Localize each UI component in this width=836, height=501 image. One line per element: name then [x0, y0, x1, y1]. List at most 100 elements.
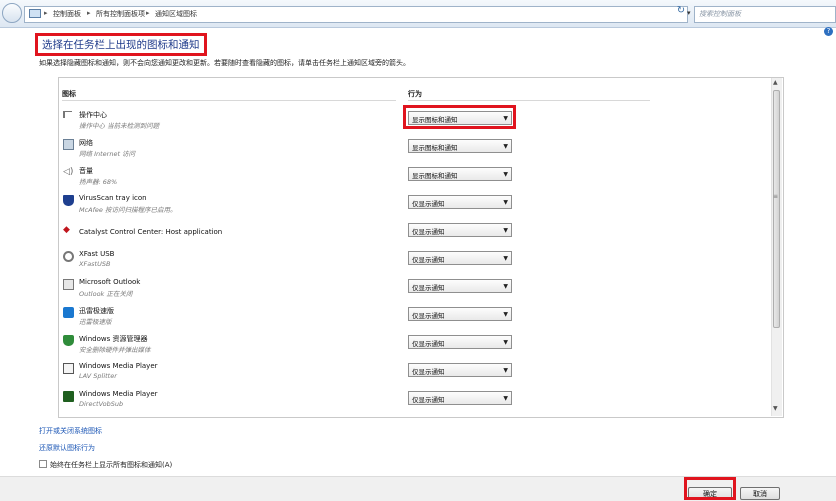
item-subtitle: 迅雷极速版: [79, 318, 112, 326]
speaker-icon: ◁): [63, 167, 74, 177]
address-bar: ▸ 控制面板 ▸ 所有控制面板项 ▸ 通知区域图标 ▾ ↻ 搜索控制面板: [0, 0, 836, 28]
ok-highlight: [684, 477, 736, 500]
item-subtitle: 扬声器: 68%: [79, 178, 118, 186]
item-subtitle: LAV Splitter: [79, 372, 117, 380]
dropdown-arrow-icon: ▼: [503, 227, 508, 234]
always-show-checkbox[interactable]: [39, 460, 47, 468]
dropdown-arrow-icon: ▼: [503, 143, 508, 150]
list-item: Windows Media Player DirectVobSub 仅显示通知 ▼: [59, 388, 769, 416]
behavior-value: 显示图标和通知: [412, 172, 458, 180]
restore-defaults-link[interactable]: 还原默认图标行为: [39, 443, 95, 453]
list-item: XFast USB XFastUSB 仅显示通知 ▼: [59, 248, 769, 276]
control-panel-icon: [29, 9, 41, 18]
column-header-icon: 图标: [62, 90, 76, 98]
dropdown-arrow-icon: ▼: [503, 255, 508, 262]
behavior-select[interactable]: 仅显示通知 ▼: [408, 195, 512, 209]
address-box[interactable]: ▸ 控制面板 ▸ 所有控制面板项 ▸ 通知区域图标 ▾: [24, 6, 691, 23]
dropdown-arrow-icon: ▼: [503, 367, 508, 374]
item-subtitle: XFastUSB: [79, 260, 111, 268]
search-placeholder: 搜索控制面板: [699, 10, 741, 18]
behavior-value: 仅显示通知: [412, 256, 445, 264]
column-header-behavior: 行为: [408, 90, 422, 98]
title-highlight: 选择在任务栏上出现的图标和通知: [35, 33, 207, 56]
usb-eject-icon: [63, 335, 74, 346]
behavior-select[interactable]: 仅显示通知 ▼: [408, 335, 512, 349]
behavior-value: 仅显示通知: [412, 284, 445, 292]
dropdown-arrow-icon: ▼: [503, 311, 508, 318]
item-name: VirusScan tray icon: [79, 194, 147, 202]
behavior-select[interactable]: 仅显示通知 ▼: [408, 251, 512, 265]
dropdown-arrow-icon: ▼: [503, 339, 508, 346]
item-subtitle: 安全删除硬件并弹出媒体: [79, 346, 151, 354]
item-name: Windows 资源管理器: [79, 335, 148, 343]
breadcrumb-all-items[interactable]: 所有控制面板项: [96, 9, 145, 19]
list-item: 迅雷极速版 迅雷极速版 仅显示通知 ▼: [59, 304, 769, 332]
behavior-value: 显示图标和通知: [412, 144, 458, 152]
lav-icon: [63, 363, 74, 374]
header-divider: [408, 100, 650, 101]
list-item: ◁) 音量 扬声器: 68% 显示图标和通知 ▼: [59, 164, 769, 192]
list-item: Windows Media Player LAV Splitter 仅显示通知 ▼: [59, 360, 769, 388]
item-subtitle: 网络 Internet 访问: [79, 150, 136, 158]
dropdown-arrow-icon: ▼: [503, 199, 508, 206]
outlook-icon: [63, 279, 74, 290]
toggle-system-icons-link[interactable]: 打开或关闭系统图标: [39, 426, 102, 436]
item-name: XFast USB: [79, 250, 115, 258]
back-button[interactable]: [2, 3, 22, 23]
behavior-highlight: [403, 105, 516, 129]
chevron-right-icon[interactable]: ▸: [146, 9, 150, 17]
always-show-label[interactable]: 始终在任务栏上显示所有图标和通知(A): [50, 460, 172, 470]
behavior-select[interactable]: 仅显示通知 ▼: [408, 307, 512, 321]
item-name: Windows Media Player: [79, 390, 158, 398]
item-subtitle: McAfee 按访问扫描程序已启用。: [79, 206, 177, 214]
item-subtitle: 操作中心 当前未检测到问题: [79, 122, 160, 130]
usb-icon: [63, 251, 74, 262]
breadcrumb-control-panel[interactable]: 控制面板: [53, 9, 81, 19]
ati-icon: ◆: [63, 225, 70, 235]
scrollbar-thumb[interactable]: [773, 90, 780, 328]
behavior-value: 仅显示通知: [412, 396, 445, 404]
list-item: Microsoft Outlook Outlook 正在关闭 仅显示通知 ▼: [59, 276, 769, 304]
dropdown-arrow-icon: ▼: [503, 395, 508, 402]
cancel-button[interactable]: 取消: [740, 487, 780, 500]
breadcrumb-notification-icons[interactable]: 通知区域图标: [155, 9, 197, 19]
search-input[interactable]: 搜索控制面板: [694, 6, 836, 23]
behavior-select[interactable]: 仅显示通知 ▼: [408, 223, 512, 237]
refresh-icon[interactable]: ↻: [674, 5, 688, 20]
network-icon: [63, 139, 74, 150]
item-name: 迅雷极速版: [79, 307, 114, 315]
grip-icon: ≡: [773, 193, 779, 200]
behavior-value: 仅显示通知: [412, 228, 445, 236]
header-divider: [62, 100, 396, 101]
page-description: 如果选择隐藏图标和通知，则不会向您通知更改和更新。若要随时查看隐藏的图标，请单击…: [39, 59, 410, 67]
item-subtitle: DirectVobSub: [79, 400, 124, 408]
item-name: Windows Media Player: [79, 362, 158, 370]
item-name: 操作中心: [79, 111, 107, 119]
behavior-value: 仅显示通知: [412, 312, 445, 320]
behavior-select[interactable]: 显示图标和通知 ▼: [408, 139, 512, 153]
flag-icon: [63, 111, 72, 118]
behavior-select[interactable]: 仅显示通知 ▼: [408, 391, 512, 405]
scroll-down-icon[interactable]: ▼: [773, 405, 778, 412]
dropdown-arrow-icon: ▼: [503, 283, 508, 290]
page-title: 选择在任务栏上出现的图标和通知: [42, 39, 200, 51]
item-name: 网络: [79, 139, 93, 147]
help-icon[interactable]: ?: [824, 27, 833, 36]
behavior-select[interactable]: 仅显示通知 ▼: [408, 363, 512, 377]
behavior-select[interactable]: 仅显示通知 ▼: [408, 279, 512, 293]
list-item: ◆ Catalyst Control Center: Host applicat…: [59, 220, 769, 248]
item-name: 音量: [79, 167, 93, 175]
chevron-right-icon[interactable]: ▸: [44, 9, 48, 17]
chevron-right-icon[interactable]: ▸: [87, 9, 91, 17]
item-name: Catalyst Control Center: Host applicatio…: [79, 228, 223, 236]
item-subtitle: Outlook 正在关闭: [79, 290, 133, 298]
vobsub-icon: [63, 391, 74, 402]
scrollbar[interactable]: ▲ ≡ ▼: [771, 78, 782, 416]
list-item: VirusScan tray icon McAfee 按访问扫描程序已启用。 仅…: [59, 192, 769, 220]
dropdown-arrow-icon: ▼: [503, 171, 508, 178]
scroll-up-icon[interactable]: ▲: [773, 79, 778, 86]
thunder-icon: [63, 307, 74, 318]
behavior-select[interactable]: 显示图标和通知 ▼: [408, 167, 512, 181]
list-item: 网络 网络 Internet 访问 显示图标和通知 ▼: [59, 136, 769, 164]
behavior-value: 仅显示通知: [412, 368, 445, 376]
